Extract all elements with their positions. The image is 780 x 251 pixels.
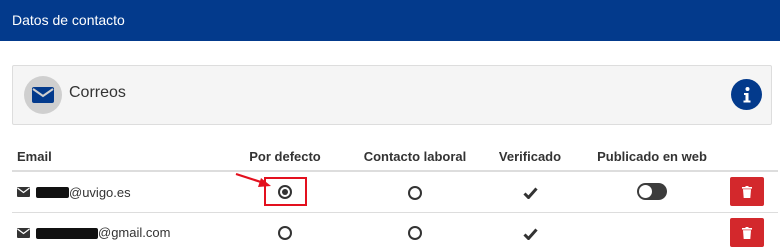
annotation-arrow-icon	[235, 172, 271, 187]
redacted-username	[36, 186, 69, 198]
section-title: Datos de contacto	[12, 12, 125, 28]
verified-cell	[472, 171, 588, 213]
email-domain: @gmail.com	[98, 225, 171, 241]
table-header-row: Email Por defecto Contacto laboral Verif…	[12, 143, 778, 172]
default-radio[interactable]	[278, 226, 292, 241]
envelope-icon	[17, 228, 30, 239]
actions-cell	[716, 212, 778, 251]
work-radio[interactable]	[408, 185, 422, 200]
trash-icon	[742, 226, 752, 239]
envelope-icon	[24, 76, 62, 114]
column-header-published: Publicado en web	[588, 143, 716, 172]
check-icon	[522, 228, 538, 240]
delete-button[interactable]	[730, 218, 764, 247]
column-header-work: Contacto laboral	[358, 143, 472, 172]
default-radio[interactable]	[278, 184, 292, 199]
work-cell	[358, 171, 472, 213]
published-toggle[interactable]	[637, 183, 667, 201]
table-row: @gmail.com	[12, 212, 778, 251]
verified-cell	[472, 212, 588, 251]
section-header: Datos de contacto	[0, 0, 780, 41]
delete-button[interactable]	[730, 177, 764, 207]
envelope-icon	[17, 187, 30, 198]
check-icon	[522, 187, 538, 199]
column-header-actions	[716, 143, 778, 172]
email-cell: @gmail.com	[12, 212, 212, 251]
column-header-default: Por defecto	[212, 143, 358, 172]
work-cell	[358, 212, 472, 251]
default-cell	[212, 212, 358, 251]
column-header-email: Email	[12, 143, 212, 172]
info-icon[interactable]	[731, 79, 762, 110]
column-header-verified: Verificado	[472, 143, 588, 172]
published-cell	[588, 212, 716, 251]
redacted-username	[36, 227, 98, 239]
table-row: @uvigo.es	[12, 171, 778, 213]
emails-panel: Correos	[12, 65, 772, 125]
emails-table: Email Por defecto Contacto laboral Verif…	[12, 143, 778, 251]
work-radio[interactable]	[408, 226, 422, 241]
trash-icon	[742, 185, 752, 198]
actions-cell	[716, 171, 778, 213]
published-cell	[588, 171, 716, 213]
panel-title: Correos	[69, 84, 126, 101]
email-domain: @uvigo.es	[69, 184, 131, 200]
email-cell: @uvigo.es	[12, 171, 212, 213]
